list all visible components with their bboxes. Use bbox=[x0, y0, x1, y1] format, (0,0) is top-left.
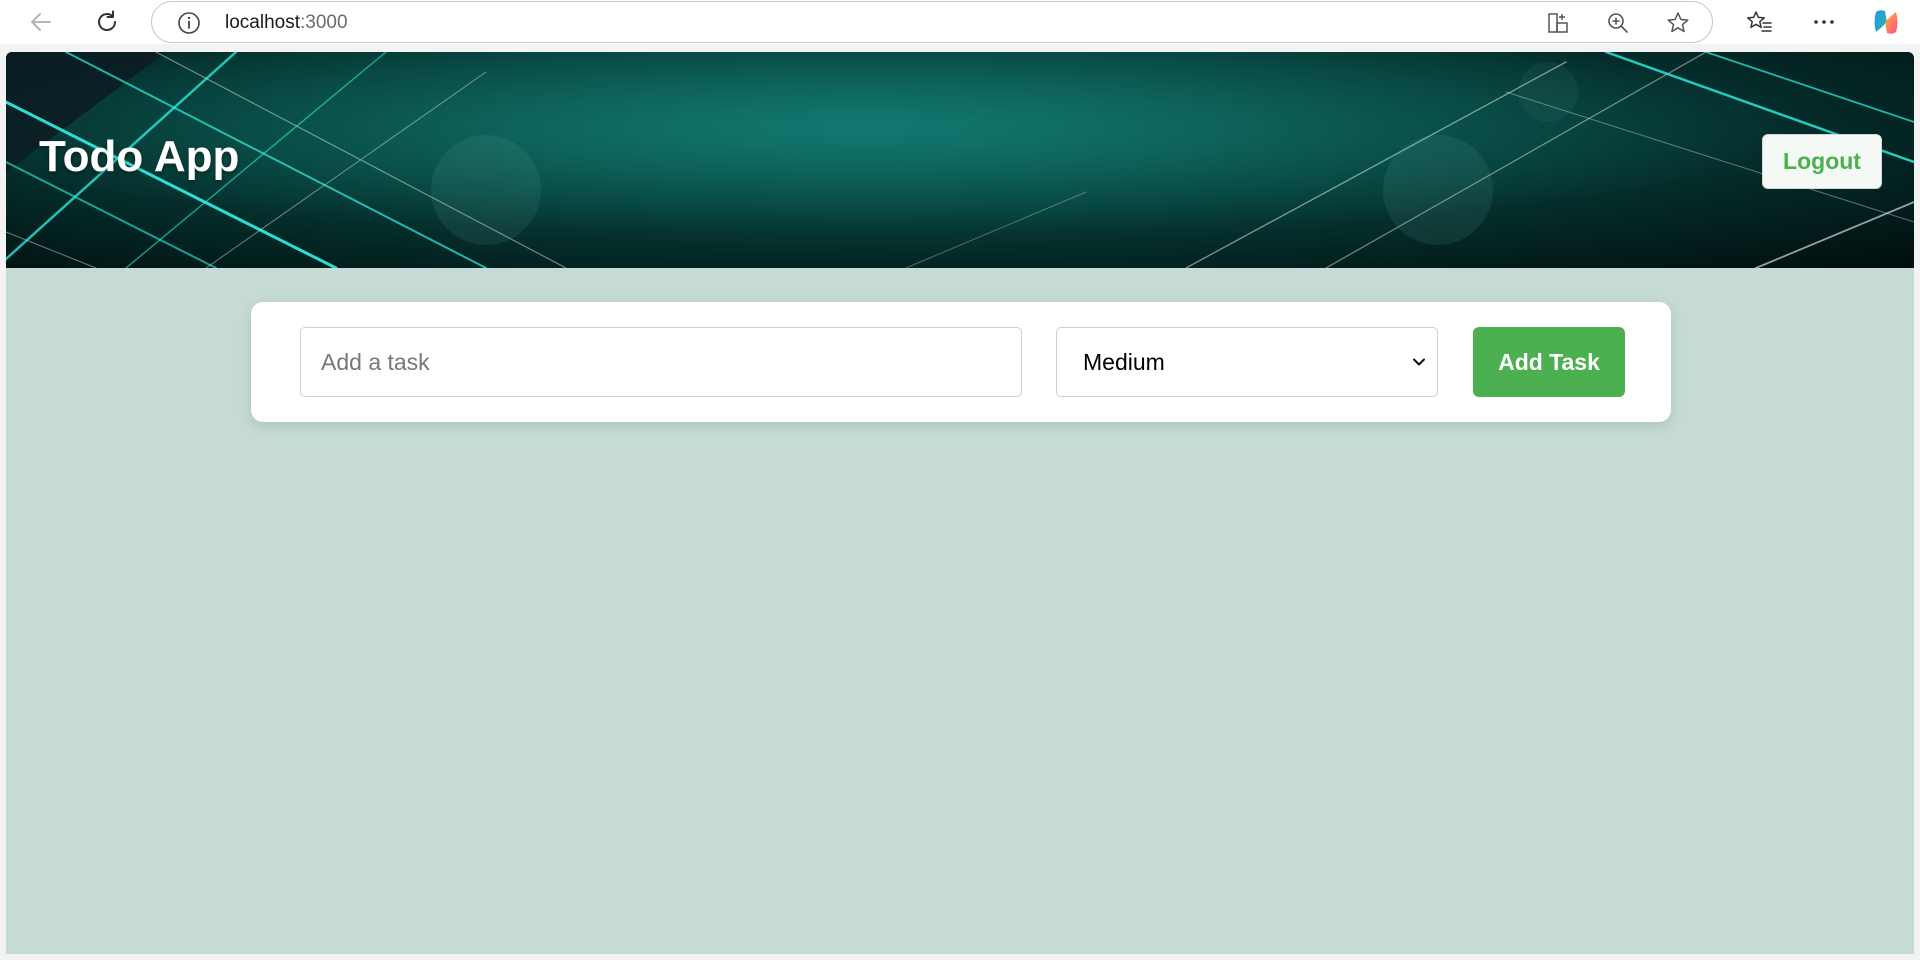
zoom-in-icon bbox=[1608, 13, 1628, 33]
more-button[interactable] bbox=[1807, 5, 1841, 39]
back-button[interactable] bbox=[24, 5, 58, 39]
more-icon bbox=[1814, 20, 1834, 24]
add-task-form: Medium Add Task bbox=[251, 302, 1671, 422]
copilot-icon bbox=[1874, 10, 1898, 34]
priority-selected-value: Medium bbox=[1083, 349, 1165, 375]
chevron-down-icon bbox=[1413, 358, 1425, 366]
info-icon bbox=[178, 12, 200, 34]
add-app-button[interactable] bbox=[1542, 7, 1574, 39]
site-info-button[interactable] bbox=[173, 7, 205, 39]
logout-button[interactable]: Logout bbox=[1762, 134, 1882, 189]
reload-button[interactable] bbox=[90, 5, 124, 39]
add-task-button[interactable]: Add Task bbox=[1473, 327, 1625, 397]
add-app-icon bbox=[1548, 13, 1568, 33]
favorites-list-icon bbox=[1747, 11, 1772, 32]
copilot-button[interactable] bbox=[1869, 5, 1903, 39]
url-text: localhost:3000 bbox=[225, 12, 348, 34]
header-banner: Todo App Logout bbox=[6, 52, 1914, 268]
star-icon bbox=[1667, 12, 1689, 33]
favorite-button[interactable] bbox=[1662, 7, 1694, 39]
browser-toolbar: localhost:3000 bbox=[0, 0, 1920, 44]
url-host: localhost bbox=[225, 12, 300, 33]
address-bar[interactable]: localhost:3000 bbox=[151, 1, 1713, 43]
favorites-button[interactable] bbox=[1742, 5, 1776, 39]
url-port: :3000 bbox=[300, 12, 348, 33]
reload-icon bbox=[98, 10, 116, 31]
app-viewport: Todo App Logout Medium Add Task bbox=[6, 52, 1914, 954]
banner-graphic bbox=[6, 52, 1914, 268]
zoom-button[interactable] bbox=[1602, 7, 1634, 39]
arrow-left-icon bbox=[31, 13, 51, 31]
app-title: Todo App bbox=[39, 132, 240, 181]
task-input[interactable] bbox=[300, 327, 1022, 397]
priority-select[interactable]: Medium bbox=[1056, 327, 1438, 397]
